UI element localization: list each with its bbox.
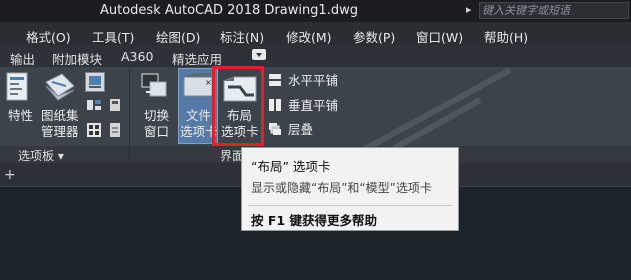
tab-a360[interactable]: A360 (121, 49, 153, 64)
file-tabs-icon: × (183, 72, 213, 98)
cascade-label[interactable]: 层叠 (288, 122, 313, 138)
highlight-frame (212, 66, 264, 146)
search-box[interactable] (479, 2, 629, 19)
menu-draw[interactable]: 绘图(D) (156, 27, 200, 46)
panel-title-palettes[interactable]: 选项板 ▾ (18, 147, 64, 164)
sheet-set-label-line2: 管理器 (41, 124, 79, 139)
tooltip-title: “布局” 选项卡 (251, 159, 331, 174)
cascade-icon[interactable] (268, 122, 282, 136)
tile-vertical-label[interactable]: 垂直平铺 (288, 98, 338, 114)
properties-icon[interactable] (6, 72, 30, 102)
sheet-set-label-line1: 图纸集 (41, 108, 79, 123)
sheet-set-manager-icon[interactable] (42, 72, 76, 102)
menu-modify[interactable]: 修改(M) (286, 27, 332, 46)
switch-window-label-line1: 切换 (144, 108, 170, 123)
calculator-icon[interactable] (108, 98, 122, 112)
search-input[interactable] (482, 4, 624, 17)
tile-vertical-icon[interactable] (268, 98, 282, 112)
ribbon-options-icon[interactable] (252, 49, 266, 60)
tooltip-description: 显示或隐藏“布局”和“模型”选项卡 (251, 181, 432, 195)
tab-output[interactable]: 输出 (10, 49, 35, 68)
tab-addins[interactable]: 附加模块 (52, 49, 102, 68)
panel-separator (129, 70, 130, 160)
quick-calc-icon[interactable] (108, 122, 122, 138)
tool-palettes-icon[interactable] (85, 72, 105, 92)
add-tab-icon[interactable]: + (4, 167, 16, 183)
tile-horizontal-label[interactable]: 水平平铺 (288, 73, 338, 89)
markup-set-icon[interactable] (86, 122, 102, 138)
tile-horizontal-icon[interactable] (268, 73, 282, 87)
ribbon-tab-bar: 输出 附加模块 A360 精选应用 (0, 45, 631, 67)
design-center-icon[interactable] (86, 98, 102, 112)
tooltip: “布局” 选项卡 显示或隐藏“布局”和“模型”选项卡 按 F1 键获得更多帮助 (241, 147, 459, 231)
menu-parameters[interactable]: 参数(P) (353, 27, 395, 46)
properties-label: 特性 (8, 108, 34, 123)
file-tabs-label-line1: 文件 (186, 108, 212, 123)
menu-format[interactable]: 格式(O) (26, 27, 71, 46)
menu-bar: 格式(O) 工具(T) 绘图(D) 标注(N) 修改(M) 参数(P) 窗口(W… (0, 22, 631, 45)
svg-text:×: × (205, 78, 212, 87)
menu-dimension[interactable]: 标注(N) (220, 27, 264, 46)
expand-arrow-icon[interactable]: ▸ (466, 3, 472, 16)
tooltip-divider (248, 205, 452, 206)
switch-window-label-line2: 窗口 (144, 124, 170, 139)
menu-window[interactable]: 窗口(W) (416, 27, 463, 46)
tooltip-help: 按 F1 键获得更多帮助 (251, 213, 377, 228)
menu-help[interactable]: 帮助(H) (484, 27, 528, 46)
switch-window-icon[interactable] (140, 72, 168, 100)
window-title: Autodesk AutoCAD 2018 Drawing1.dwg (100, 3, 358, 18)
menu-tools[interactable]: 工具(T) (92, 27, 134, 46)
